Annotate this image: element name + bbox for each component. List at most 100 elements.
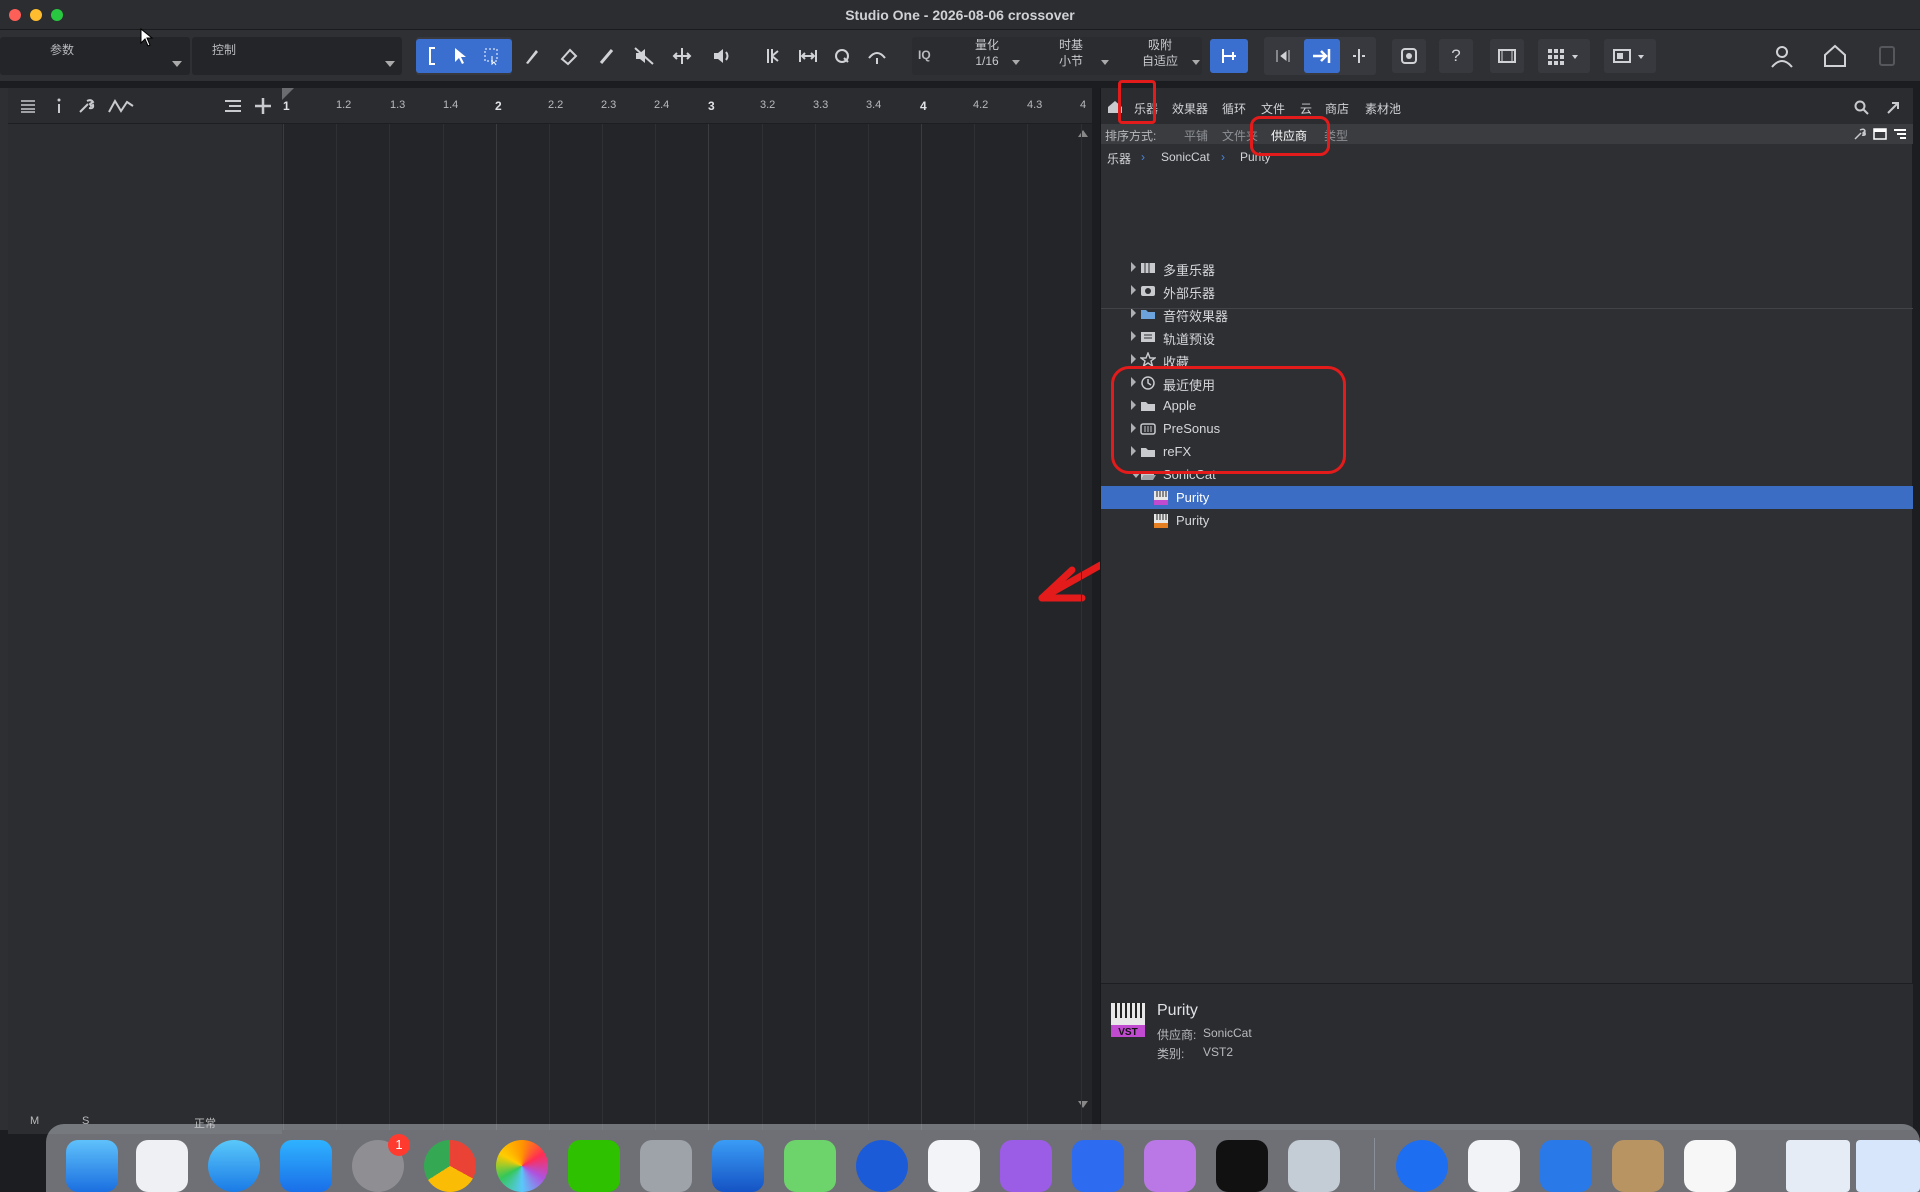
tree-folder-row[interactable]: 轨道预设 [1101,325,1913,348]
mute-tool-button[interactable] [627,39,661,73]
parameter-selector[interactable]: 参数 [0,37,190,75]
tree-folder-row[interactable]: 外部乐器 [1101,279,1913,302]
plugin-list-item[interactable]: Purity [1101,509,1913,532]
s-app-icon[interactable] [1540,1140,1592,1192]
caret-right-icon[interactable] [1131,285,1136,295]
scroll-down-icon[interactable] [1077,1100,1089,1110]
record-panel-button[interactable] [1392,39,1426,73]
mountain-app-icon[interactable] [712,1140,764,1192]
printer-icon[interactable] [640,1140,692,1192]
downloader-icon[interactable] [1000,1140,1052,1192]
preview-toggle-icon[interactable] [1873,127,1887,141]
window-thumbnail[interactable] [1786,1140,1850,1192]
tab-shop[interactable]: 商店 [1325,100,1349,117]
breadcrumb-separator-icon: › [1221,150,1225,164]
timebase-selector[interactable]: 时基 小节 [1046,37,1096,75]
grid-view-button[interactable] [1538,39,1590,73]
track-list-empty-area[interactable] [8,124,282,1134]
chevron-down-icon[interactable] [1012,60,1020,65]
stripe-app-icon[interactable] [856,1140,908,1192]
tab-loops[interactable]: 循环 [1222,100,1246,117]
layout-button[interactable] [1604,39,1656,73]
caret-right-icon[interactable] [1131,262,1136,272]
ruler-label: 3.4 [866,99,882,111]
chevron-down-icon[interactable] [1101,60,1109,65]
range-tool-icon[interactable] [482,46,502,66]
tab-pool[interactable]: 素材池 [1365,100,1401,117]
safari-icon[interactable] [208,1140,260,1192]
ruler-label: 3 [708,99,715,113]
timeline-ruler[interactable]: 1 1.2 1.3 1.4 2 2.2 2.3 2.4 3 3.2 3.3 3.… [282,88,1092,124]
bend-tool-button[interactable] [756,39,790,73]
chrome-icon[interactable] [424,1140,476,1192]
help-button[interactable]: ? [1439,39,1473,73]
info-icon[interactable] [54,98,64,114]
wrench-icon[interactable] [1853,127,1867,141]
split-tool-button[interactable] [665,39,699,73]
archive-app-icon[interactable] [1612,1140,1664,1192]
launchpad-icon[interactable] [136,1140,188,1192]
tree-folder-row[interactable]: 音符效果器 [1101,302,1913,325]
list-options-icon[interactable] [1893,127,1907,141]
video-button[interactable] [1490,39,1524,73]
auto-quantize-button[interactable] [860,39,894,73]
user-button[interactable] [1765,39,1799,73]
line-tool-button[interactable] [590,39,624,73]
autoscroll-button[interactable] [1304,39,1340,73]
window-thumbnail[interactable] [1856,1140,1920,1192]
caret-right-icon[interactable] [1131,354,1136,364]
wifi-app-icon[interactable] [928,1140,980,1192]
mail-app-icon[interactable] [1072,1140,1124,1192]
search-icon[interactable] [1854,100,1870,116]
automation-icon[interactable] [108,98,134,114]
sort-option-flat[interactable]: 平铺 [1184,127,1208,144]
arrange-view[interactable]: 1 1.2 1.3 1.4 2 2.2 2.3 2.4 3 3.2 3.3 3.… [282,88,1366,1130]
list-view-icon[interactable] [224,98,242,114]
arrow-tool-icon[interactable] [451,46,469,66]
app-store-icon[interactable] [280,1140,332,1192]
robot-app-icon[interactable] [1288,1140,1340,1192]
wechat-icon[interactable] [568,1140,620,1192]
tab-cloud[interactable]: 云 [1300,100,1312,117]
iq-button[interactable]: IQ [918,48,931,62]
baidu-netdisk-icon[interactable] [1468,1140,1520,1192]
quantize-button[interactable] [825,39,859,73]
mute-all-button[interactable]: M [30,1115,39,1127]
stretch-tool-button[interactable] [791,39,825,73]
listen-tool-button[interactable] [705,39,739,73]
finder-icon[interactable] [66,1140,118,1192]
paint-tool-button[interactable] [515,39,549,73]
tab-files[interactable]: 文件 [1261,100,1285,117]
timeline-follow-button[interactable] [1266,39,1300,73]
terminal-icon[interactable] [1216,1140,1268,1192]
breadcrumb-item[interactable]: 乐器 [1107,150,1131,167]
snap-selector[interactable]: 吸附 自适应 [1130,37,1190,75]
expand-icon[interactable] [1885,100,1901,116]
caret-right-icon[interactable] [1131,308,1136,318]
wrench-icon[interactable] [78,98,96,114]
chat-app-icon[interactable] [1396,1140,1448,1192]
erase-tool-button[interactable] [552,39,586,73]
plugin-list-item[interactable]: Purity [1101,486,1913,509]
caret-right-icon[interactable] [1131,331,1136,341]
scroll-up-icon[interactable] [1077,128,1089,138]
home-button[interactable] [1818,39,1852,73]
range-bracket-icon[interactable] [426,46,438,66]
cursor-follow-button[interactable] [1342,39,1376,73]
chevron-down-icon[interactable] [1192,60,1200,65]
tree-folder-row[interactable]: 多重乐器 [1101,256,1913,279]
notes-app-icon[interactable] [1684,1140,1736,1192]
breadcrumb-item[interactable]: SonicCat [1161,150,1210,164]
quantize-selector[interactable]: 量化 1/16 [962,37,1012,75]
chevron-down-icon[interactable] [172,61,182,67]
control-selector[interactable]: 控制 [192,37,402,75]
cat-app-icon[interactable] [1144,1140,1196,1192]
song-page-button[interactable] [1870,39,1904,73]
chevron-down-icon[interactable] [385,61,395,67]
snap-to-grid-button[interactable] [1210,39,1248,73]
tab-effects[interactable]: 效果器 [1172,100,1208,117]
money-app-icon[interactable] [784,1140,836,1192]
photos-icon[interactable] [496,1140,548,1192]
track-list-menu-icon[interactable] [20,98,36,114]
add-track-icon[interactable] [254,97,272,115]
